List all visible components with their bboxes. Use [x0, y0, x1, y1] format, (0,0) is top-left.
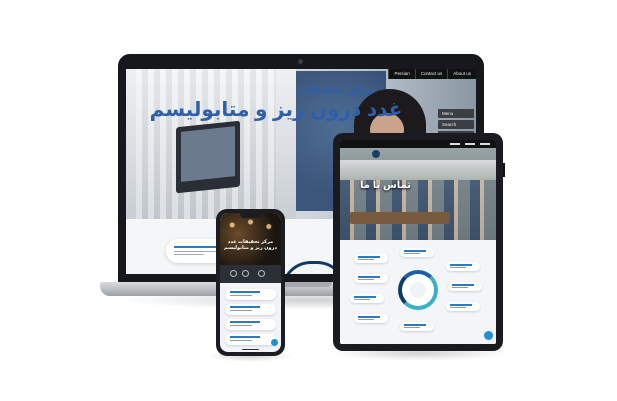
list-item[interactable] [225, 289, 276, 300]
partner-logos [220, 265, 281, 283]
tablet-diagram-section [340, 240, 496, 344]
diagram-node[interactable] [446, 302, 480, 311]
chat-icon[interactable] [271, 339, 278, 346]
list-item[interactable] [225, 319, 276, 330]
partner-logo-icon [230, 270, 237, 277]
nav-item-about[interactable]: About us [447, 69, 476, 79]
nav-item-persian[interactable]: Persian [388, 69, 414, 79]
menu-button[interactable]: Menu [438, 109, 474, 118]
chat-icon[interactable] [484, 331, 493, 340]
phone-hero-title: مرکز تحقیقات غدد درون ریز و متابولیسم [224, 239, 277, 251]
phone-device: مرکز تحقیقات غدد درون ریز و متابولیسم [216, 209, 285, 356]
diagram-node[interactable] [354, 254, 388, 263]
nav-item[interactable] [480, 143, 490, 145]
tablet-hero-title: تماس با ما [360, 180, 412, 191]
nav-item-contact[interactable]: Contact us [414, 69, 448, 79]
tablet-screen: تماس با ما [340, 140, 496, 344]
partner-logo-icon [242, 270, 249, 277]
logo-icon [372, 150, 380, 158]
hero-subtitle: مرکز تحقیقات [297, 84, 375, 96]
diagram-node[interactable] [354, 314, 388, 323]
webcam-icon [298, 59, 303, 64]
nav-item[interactable] [450, 143, 460, 145]
diagram-node[interactable] [350, 294, 384, 303]
diagram-node[interactable] [400, 248, 434, 257]
phone-hero-banner: مرکز تحقیقات غدد درون ریز و متابولیسم [220, 213, 281, 265]
home-indicator [242, 348, 259, 350]
diagram-node[interactable] [354, 274, 388, 283]
tablet-device: تماس با ما [333, 133, 505, 351]
search-button[interactable]: Search [438, 120, 474, 129]
tablet-hero-banner: تماس با ما [340, 140, 496, 240]
tablet-top-nav [340, 140, 496, 148]
monitor-image [176, 120, 240, 194]
diagram-node[interactable] [446, 262, 480, 271]
diagram-node[interactable] [400, 322, 434, 331]
list-item[interactable] [225, 334, 276, 345]
partner-logo-icon [258, 270, 265, 277]
diagram-hub [398, 270, 438, 310]
list-item[interactable] [225, 304, 276, 315]
top-nav: Persian Contact us About us [388, 69, 476, 79]
phone-screen: مرکز تحقیقات غدد درون ریز و متابولیسم [220, 213, 281, 352]
nav-item[interactable] [465, 143, 475, 145]
hero-title: غدد درون ریز و متابولیسم [149, 99, 403, 121]
diagram-node[interactable] [448, 282, 482, 291]
